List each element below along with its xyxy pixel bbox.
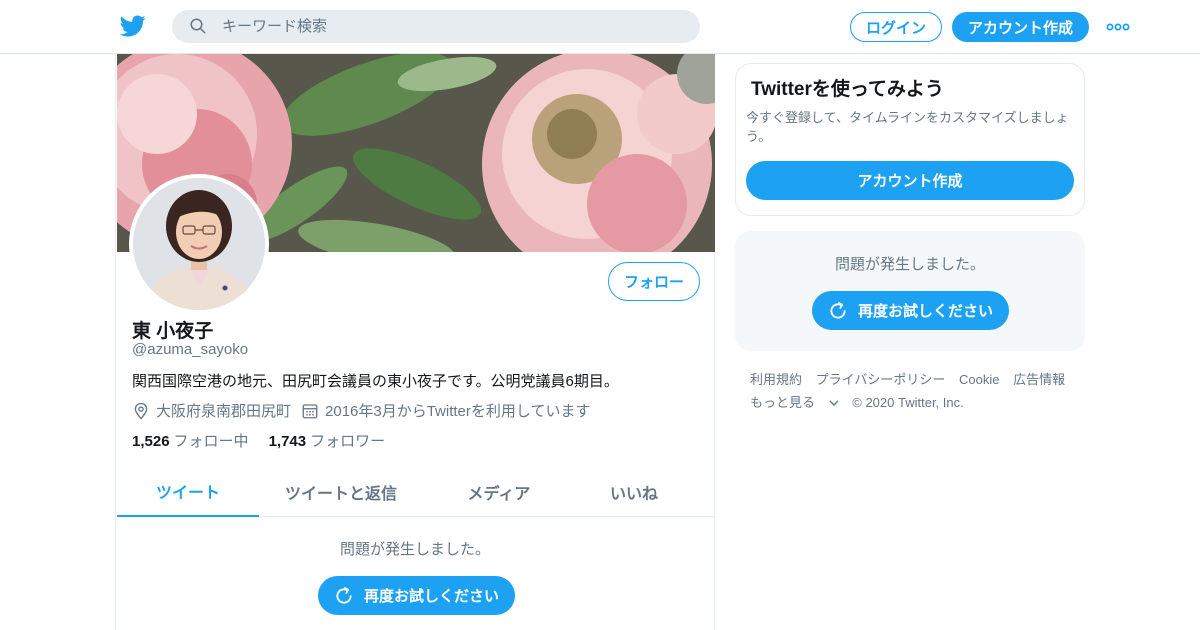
signup-button[interactable]: アカウント作成 xyxy=(952,12,1089,42)
location-pin-icon xyxy=(134,402,148,419)
top-navigation-bar: ログイン アカウント作成 xyxy=(0,0,1200,54)
following-stat[interactable]: 1,526 フォロー中 xyxy=(132,430,249,451)
followers-stat[interactable]: 1,743 フォロワー xyxy=(269,430,386,451)
tab-media[interactable]: メディア xyxy=(423,467,575,517)
tab-tweets[interactable]: ツイート xyxy=(117,467,259,517)
follow-button[interactable]: フォロー xyxy=(608,262,700,301)
retry-label: 再度お試しください xyxy=(363,588,499,605)
footer-link-terms[interactable]: 利用規約 xyxy=(750,372,802,387)
location-item: 大阪府泉南郡田尻町 xyxy=(132,400,291,421)
footer-copyright: © 2020 Twitter, Inc. xyxy=(852,395,964,410)
signup-card-button[interactable]: アカウント作成 xyxy=(746,161,1074,200)
search-input[interactable] xyxy=(222,10,682,43)
profile-tabs: ツイート ツイートと返信 メディア いいね xyxy=(117,467,715,517)
joined-item: 2016年3月からTwitterを利用しています xyxy=(301,400,590,421)
followers-label: フォロワー xyxy=(310,433,386,450)
profile-handle[interactable]: @azuma_sayoko xyxy=(132,341,248,358)
footer-more-label: もっと見る xyxy=(750,395,816,410)
profile-meta: 大阪府泉南郡田尻町 2016年3月からTwitterを利用しています xyxy=(132,400,600,421)
signup-card: Twitterを使ってみよう 今すぐ登録して、タイムラインをカスタマイズしましょ… xyxy=(735,63,1085,216)
refresh-icon xyxy=(830,301,846,319)
chevron-down-icon xyxy=(829,400,839,406)
twitter-bird-icon[interactable] xyxy=(119,13,147,39)
login-button[interactable]: ログイン xyxy=(850,12,942,42)
search-box[interactable] xyxy=(172,10,700,43)
footer-more-link[interactable]: もっと見る xyxy=(750,395,839,410)
sidebar-error-text: 問題が発生しました。 xyxy=(834,256,985,273)
profile-avatar[interactable] xyxy=(129,174,269,314)
sidebar-footer: 利用規約 プライバシーポリシー Cookie 広告情報 もっと見る © 2020… xyxy=(750,368,1080,414)
following-count: 1,526 xyxy=(132,433,170,450)
timeline-error-text: 問題が発生しました。 xyxy=(339,541,490,558)
retry-label: 再度お試しください xyxy=(857,303,993,320)
profile-name: 東 小夜子 xyxy=(132,321,214,342)
sidebar-error-card: 問題が発生しました。 再度お試しください xyxy=(735,231,1085,351)
tab-tweets-and-replies[interactable]: ツイートと返信 xyxy=(259,467,423,517)
search-icon xyxy=(190,18,206,34)
footer-links-row: 利用規約 プライバシーポリシー Cookie 広告情報 xyxy=(750,368,1080,391)
sidebar-retry-button[interactable]: 再度お試しください xyxy=(812,291,1009,330)
avatar-portrait-picture xyxy=(133,178,265,310)
signup-card-title: Twitterを使ってみよう xyxy=(751,79,944,100)
footer-link-privacy[interactable]: プライバシーポリシー xyxy=(816,372,946,387)
timeline-retry-button[interactable]: 再度お試しください xyxy=(318,576,515,615)
calendar-icon xyxy=(302,403,318,418)
refresh-icon xyxy=(336,586,352,604)
location-text: 大阪府泉南郡田尻町 xyxy=(156,403,292,420)
footer-link-ads[interactable]: 広告情報 xyxy=(1013,372,1065,387)
tab-likes[interactable]: いいね xyxy=(575,467,693,517)
followers-count: 1,743 xyxy=(268,433,307,450)
signup-card-description: 今すぐ登録して、タイムラインをカスタマイズしましょう。 xyxy=(746,110,1069,144)
profile-column: フォロー 東 小夜子 @azuma_sayoko 関西国際空港の地元、田尻町会議… xyxy=(115,54,715,630)
following-label: フォロー中 xyxy=(173,433,249,450)
profile-stats: 1,526 フォロー中 1,743 フォロワー xyxy=(132,430,405,451)
profile-bio: 関西国際空港の地元、田尻町会議員の東小夜子です。公明党議員6期目。 xyxy=(132,373,619,390)
more-dots-icon[interactable] xyxy=(1106,18,1130,36)
footer-link-cookie[interactable]: Cookie xyxy=(959,372,999,387)
joined-text: 2016年3月からTwitterを利用しています xyxy=(325,403,591,420)
footer-second-row: もっと見る © 2020 Twitter, Inc. xyxy=(750,391,1080,414)
